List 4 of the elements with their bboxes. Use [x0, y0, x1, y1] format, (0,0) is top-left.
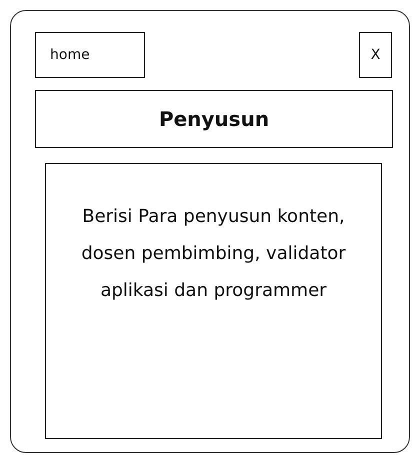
close-button[interactable]: X: [359, 32, 392, 78]
home-button[interactable]: home: [35, 32, 145, 78]
page-title: Penyusun: [35, 90, 393, 148]
content-text: Berisi Para penyusun konten, dosen pembimbing, validator aplikasi dan programmer: [80, 205, 347, 303]
